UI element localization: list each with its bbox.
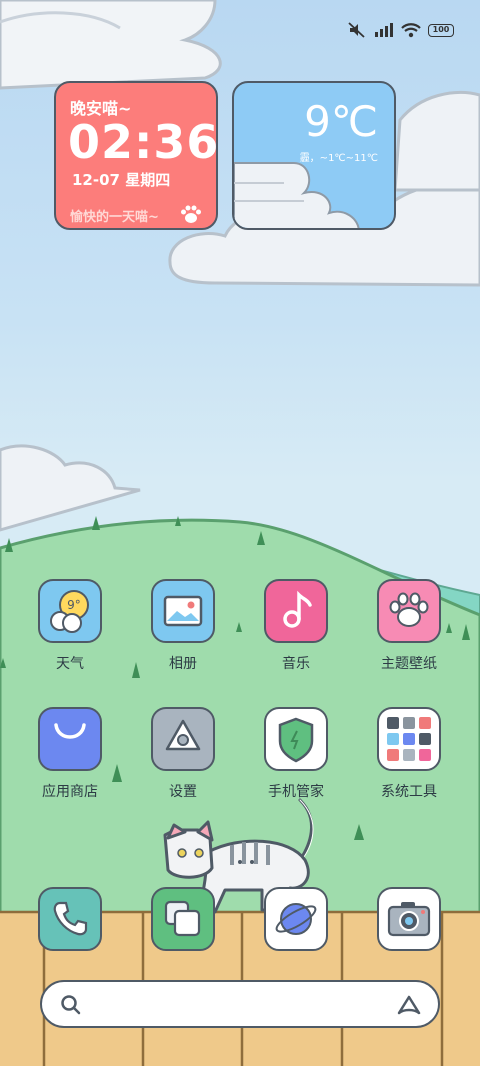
store-bag-icon xyxy=(38,707,102,771)
mute-icon xyxy=(348,22,365,38)
battery-icon: 100 xyxy=(428,23,454,37)
weather-temperature: 9℃ xyxy=(304,97,378,146)
app-label: 主题壁纸 xyxy=(381,656,437,672)
signal-icon xyxy=(375,23,393,37)
app-label: 手机管家 xyxy=(268,784,324,800)
settings-icon xyxy=(151,707,215,771)
motto-text: 愉快的一天喵~ xyxy=(70,210,159,225)
theme-paw-icon xyxy=(377,579,441,643)
wifi-icon xyxy=(401,22,421,37)
camera-icon xyxy=(377,887,441,951)
clock-date: 12-07 星期四 xyxy=(72,171,171,189)
app-label: 应用商店 xyxy=(42,784,98,800)
app-gallery[interactable]: 相册 xyxy=(133,579,233,673)
system-tools-folder-icon xyxy=(377,707,441,771)
app-settings[interactable]: 设置 xyxy=(133,707,233,801)
app-label: 天气 xyxy=(56,656,84,672)
weather-icon: 9° xyxy=(38,579,102,643)
dock-messages[interactable] xyxy=(133,887,233,951)
search-bar[interactable] xyxy=(40,980,440,1028)
app-theme[interactable]: 主题壁纸 xyxy=(359,579,459,673)
dock-browser[interactable] xyxy=(246,887,346,951)
app-label: 相册 xyxy=(169,656,197,672)
music-icon xyxy=(264,579,328,643)
dock-camera[interactable] xyxy=(359,887,459,951)
gallery-icon xyxy=(151,579,215,643)
app-label: 音乐 xyxy=(282,656,310,672)
weather-widget[interactable]: 9℃ 霾，~1℃~11℃ xyxy=(232,81,396,230)
app-system-tools[interactable]: 系统工具 xyxy=(359,707,459,801)
clock-widget[interactable]: 晚安喵~ 02:36 12-07 星期四 愉快的一天喵~ xyxy=(54,81,218,230)
dock-phone[interactable] xyxy=(20,887,120,951)
app-label: 系统工具 xyxy=(381,784,437,800)
app-music[interactable]: 音乐 xyxy=(246,579,346,673)
phone-icon xyxy=(38,887,102,951)
clock-time: 02:36 xyxy=(68,115,220,169)
search-icon[interactable] xyxy=(60,994,82,1016)
svg-text:9°: 9° xyxy=(67,598,81,612)
app-label: 设置 xyxy=(169,784,197,800)
status-bar: 100 xyxy=(347,22,454,38)
app-store[interactable]: 应用商店 xyxy=(20,707,120,801)
assistant-icon[interactable] xyxy=(396,993,422,1017)
paw-icon xyxy=(181,205,201,223)
security-shield-icon xyxy=(264,707,328,771)
app-security[interactable]: 手机管家 xyxy=(246,707,346,801)
browser-planet-icon xyxy=(264,887,328,951)
weather-description: 霾，~1℃~11℃ xyxy=(299,153,378,164)
app-weather[interactable]: 9° 天气 xyxy=(20,579,120,673)
messages-icon xyxy=(151,887,215,951)
